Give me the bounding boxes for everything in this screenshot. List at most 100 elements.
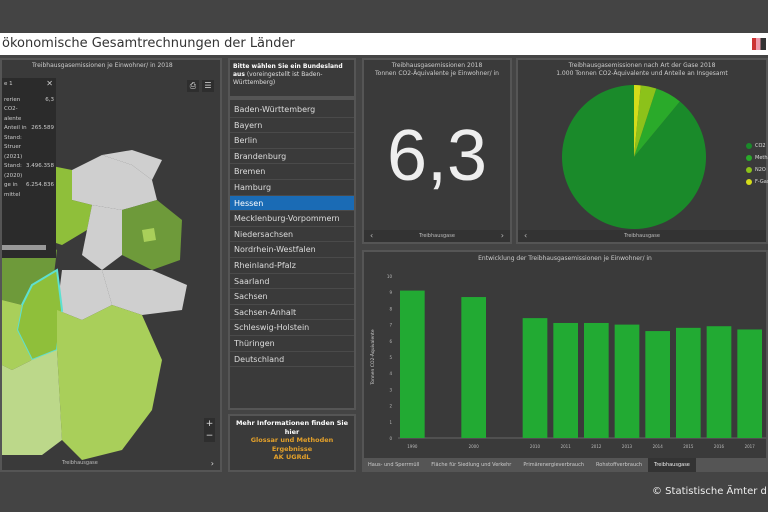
x-tick-label: 2017 (745, 444, 756, 449)
x-tick-label: 2012 (591, 444, 602, 449)
y-tick-label: 10 (387, 274, 393, 279)
tab[interactable]: Primärenergieverbrauch (517, 458, 590, 472)
bar[interactable] (706, 326, 732, 438)
x-tick-label: 2014 (653, 444, 664, 449)
pie-panel: Treibhausgasemissionen nach Art der Gase… (516, 58, 768, 244)
bar[interactable] (676, 327, 701, 438)
state-item[interactable]: Hamburg (230, 180, 354, 196)
popup-label: (2020) (4, 172, 23, 179)
tab[interactable]: Fläche für Siedlung und Verkehr (425, 458, 517, 472)
close-icon[interactable]: ✕ (46, 80, 53, 88)
y-tick-label: 4 (389, 371, 392, 376)
popup-scrollbar[interactable] (2, 245, 46, 250)
tab[interactable]: Haus- und Sperrmüll (362, 458, 425, 472)
x-tick-label: 2016 (714, 444, 725, 449)
bar[interactable] (584, 322, 609, 438)
logo (752, 38, 766, 50)
bar[interactable] (614, 324, 640, 438)
popup-label: alente (4, 115, 22, 122)
chevron-right-icon[interactable]: › (501, 230, 504, 242)
state-item[interactable]: Deutschland (230, 352, 354, 368)
x-tick-label: 2013 (622, 444, 633, 449)
chevron-left-icon[interactable]: ‹ (524, 230, 527, 242)
popup-row: Anteil in 265.589 (4, 125, 54, 133)
bar[interactable] (400, 290, 425, 438)
bar[interactable] (645, 331, 670, 438)
state-berlin[interactable] (142, 228, 156, 242)
feature-popup: e 1 ✕ rerien 6,3 CO2- alente Anteil in 265.589… (2, 78, 56, 258)
pie-subtitle: 1.000 Tonnen CO2-Äquivalente und Anteile… (556, 70, 728, 77)
pie-legend: CO2 Methan N2O F-Gase (746, 140, 768, 188)
popup-row: CO2- (4, 106, 54, 114)
state-item[interactable]: Berlin (230, 133, 354, 149)
state-item[interactable]: Sachsen (230, 289, 354, 305)
copyright: © Statistische Ämter d (652, 486, 767, 497)
state-item[interactable]: Rheinland-Pfalz (230, 258, 354, 274)
zoom-out-button[interactable]: − (204, 430, 215, 442)
link-ak-ugrdl[interactable]: AK UGRdL (230, 453, 354, 462)
bar-chart[interactable]: 0 1 2 3 4 5 6 7 8 9 10 Tonnen CO2-Äquivalente 1990 20… (364, 262, 766, 458)
popup-row: ge in 6.254.836 (4, 182, 54, 190)
state-item[interactable]: Baden-Württemberg (230, 102, 354, 118)
legend-item: N2O (746, 164, 768, 176)
print-icon[interactable]: ⎙ (187, 80, 199, 92)
popup-row: (2021) (4, 154, 54, 162)
state-item[interactable]: Schleswig-Holstein (230, 320, 354, 336)
y-tick-label: 3 (389, 387, 392, 392)
bar[interactable] (737, 329, 762, 438)
app-title: ökonomische Gesamtrechnungen der Länder (2, 36, 295, 51)
state-item[interactable]: Bayern (230, 118, 354, 134)
y-tick-label: 8 (389, 306, 392, 311)
pie-footer: Treibhausgase (624, 233, 660, 239)
bar[interactable] (522, 318, 548, 438)
link-glossar[interactable]: Glossar und Methoden (230, 436, 354, 445)
x-tick-label: 2011 (561, 444, 572, 449)
map-panel[interactable]: Treibhausgasemissionen je Einwohner/ in … (0, 58, 222, 472)
state-item[interactable]: Hessen (230, 195, 354, 212)
pie-title: Treibhausgasemissionen nach Art der Gase… (568, 62, 716, 69)
state-item[interactable]: Saarland (230, 274, 354, 290)
state-item[interactable]: Sachsen-Anhalt (230, 305, 354, 321)
popup-value: 6.254.836 (26, 182, 54, 188)
legend-swatch (746, 155, 752, 161)
popup-value: 265.589 (31, 125, 54, 131)
map-footer: Treibhausgase (62, 460, 98, 466)
zoom-in-button[interactable]: + (204, 418, 215, 430)
bar[interactable] (461, 297, 486, 438)
chevron-left-icon[interactable]: ‹ (370, 230, 373, 242)
popup-row: Stand: 3.496.358 (4, 163, 54, 171)
y-tick-label: 0 (389, 436, 392, 441)
pie-chart[interactable] (518, 82, 758, 242)
state-item[interactable]: Brandenburg (230, 149, 354, 165)
y-tick-label: 9 (389, 290, 392, 295)
x-tick-label: 2010 (530, 444, 541, 449)
x-tick-label: 1990 (407, 444, 418, 449)
bar[interactable] (553, 322, 578, 438)
legend-item: Methan (746, 152, 768, 164)
popup-row: (2020) (4, 173, 54, 181)
state-item[interactable]: Thüringen (230, 336, 354, 352)
tab[interactable]: Rohstoffverbrauch (590, 458, 648, 472)
chevron-right-icon[interactable]: › (211, 459, 214, 468)
link-ergebnisse[interactable]: Ergebnisse (230, 445, 354, 454)
y-tick-label: 5 (389, 355, 392, 360)
state-item[interactable]: Niedersachsen (230, 227, 354, 243)
legend-item: CO2 (746, 140, 768, 152)
popup-label: Stand: (4, 134, 22, 141)
popup-row: rerien 6,3 (4, 97, 54, 105)
legend-label: CO2 (755, 143, 766, 149)
legend-label: F-Gase (755, 179, 768, 185)
popup-value: 3.496.358 (26, 163, 54, 169)
y-tick-label: 2 (389, 404, 392, 409)
list-icon[interactable]: ☰ (202, 80, 214, 92)
state-item[interactable]: Nordrhein-Westfalen (230, 242, 354, 258)
popup-label: (2021) (4, 153, 23, 160)
state-bayern[interactable] (57, 305, 162, 460)
tab[interactable]: Treibhausgase (648, 458, 696, 472)
state-prompt: Bitte wählen Sie ein Bundesland aus (vor… (228, 58, 356, 98)
state-list[interactable]: Baden-Württemberg Bayern Berlin Brandenburg… (228, 98, 356, 410)
map-title: Treibhausgasemissionen je Einwohner/ in … (32, 62, 173, 69)
y-tick-label: 1 (389, 420, 392, 425)
state-item[interactable]: Mecklenburg-Vorpommern (230, 211, 354, 227)
state-item[interactable]: Bremen (230, 164, 354, 180)
